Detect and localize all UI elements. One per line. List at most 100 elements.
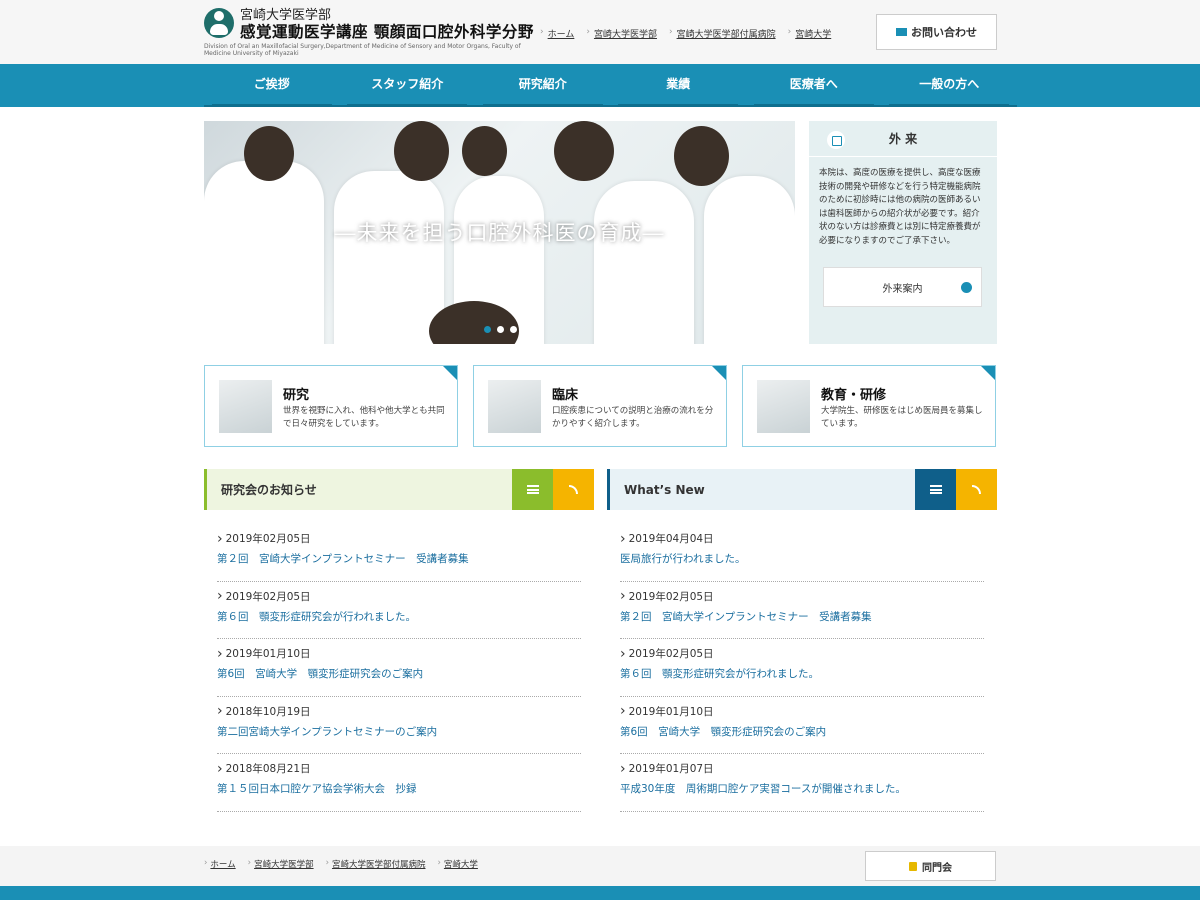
list-item: 2018年10月19日 第二回宮崎大学インプラントセミナーのご案内 <box>217 697 581 754</box>
hero-slider[interactable]: ―未来を担う口腔外科医の育成― <box>204 121 795 344</box>
list-icon <box>929 485 942 494</box>
education-thumbnail <box>757 380 810 433</box>
outpatient-guide-label: 外来案内 <box>882 283 923 295</box>
hero-image-detail <box>244 126 294 181</box>
list-icon <box>526 485 539 494</box>
card-clinical[interactable]: 臨床 口腔疾患についての説明と治療の流れを分かりやすく紹介します。 <box>473 365 727 447</box>
whats-new-rss-button[interactable] <box>956 469 997 510</box>
news-title-link[interactable]: 第６回 顎変形症研究会が行われました。 <box>620 666 984 681</box>
footer-link-medical-faculty[interactable]: 宮崎大学医学部 <box>254 858 314 870</box>
logo-title: 感覚運動医学講座 顎顔面口腔外科学分野 <box>240 23 534 41</box>
corner-triangle-icon <box>981 366 995 380</box>
outpatient-guide-button[interactable]: 外来案内 <box>823 267 982 307</box>
slider-dots <box>484 326 517 333</box>
card-title: 教育・研修 <box>821 388 887 403</box>
outpatient-text: 本院は、高度の医療を提供し、高度な医療技術の開発や研修などを行う特定機能病院のた… <box>819 168 981 246</box>
slider-dot[interactable] <box>510 326 517 333</box>
news-title-link[interactable]: 平成30年度 周術期口腔ケア実習コースが開催されました。 <box>620 781 984 796</box>
hero-image-detail <box>394 121 449 181</box>
alumni-button[interactable]: 同門会 <box>865 851 996 881</box>
nav-item-for-public[interactable]: 一般の方へ <box>881 64 1017 107</box>
slider-dot[interactable] <box>484 326 491 333</box>
logo-english: Division of Oral an Maxillofacial Surger… <box>204 43 521 57</box>
outpatient-title: 外 来 <box>888 132 918 146</box>
university-emblem-icon <box>204 8 234 38</box>
top-link-home[interactable]: ホーム <box>548 27 575 40</box>
nav-item-achievements[interactable]: 業績 <box>610 64 746 107</box>
nav-item-research[interactable]: 研究紹介 <box>475 64 611 107</box>
outpatient-header: 外 来 <box>809 121 997 157</box>
news-title-link[interactable]: 第６回 顎変形症研究会が行われました。 <box>217 609 581 624</box>
whats-new-header: What’s New <box>607 469 997 510</box>
corner-triangle-icon <box>712 366 726 380</box>
news-date: 2019年02月05日 <box>217 531 581 546</box>
news-date: 2019年04月04日 <box>620 531 984 546</box>
nav-item-staff[interactable]: スタッフ紹介 <box>339 64 475 107</box>
top-links: › ホーム › 宮崎大学医学部 › 宮崎大学医学部付属病院 › 宮崎大学 <box>540 27 843 40</box>
corner-triangle-icon <box>443 366 457 380</box>
news-title-link[interactable]: 第２回 宮崎大学インプラントセミナー 受講者募集 <box>620 609 984 624</box>
study-news-rss-button[interactable] <box>553 469 594 510</box>
news-date: 2019年02月05日 <box>620 589 984 604</box>
site-header: 宮崎大学医学部 感覚運動医学講座 顎顔面口腔外科学分野 Division of … <box>0 0 1200 64</box>
news-date: 2018年08月21日 <box>217 761 581 776</box>
category-cards: 研究 世界を視野に入れ、他科や他大学とも共同で日々研究をしています。 臨床 口腔… <box>204 365 996 447</box>
nav-item-greeting[interactable]: ご挨拶 <box>204 64 340 107</box>
lock-icon <box>909 861 917 871</box>
news-title-link[interactable]: 第１５回日本口腔ケア協会学術大会 抄録 <box>217 781 581 796</box>
chevron-right-icon: › <box>437 858 441 868</box>
news-date: 2019年01月10日 <box>620 704 984 719</box>
card-education[interactable]: 教育・研修 大学院生、研修医をはじめ医局員を募集しています。 <box>742 365 996 447</box>
top-link-hospital[interactable]: 宮崎大学医学部付属病院 <box>677 27 776 40</box>
top-link-university[interactable]: 宮崎大学 <box>795 27 831 40</box>
news-title-link[interactable]: 第6回 宮崎大学 顎変形症研究会のご案内 <box>217 666 581 681</box>
section-title: 研究会のお知らせ <box>221 483 317 497</box>
slider-dot[interactable] <box>497 326 504 333</box>
footer-link-hospital[interactable]: 宮崎大学医学部付属病院 <box>332 858 426 870</box>
list-item: 2018年08月21日 第１５回日本口腔ケア協会学術大会 抄録 <box>217 754 581 812</box>
study-news-header: 研究会のお知らせ <box>204 469 594 510</box>
card-description: 口腔疾患についての説明と治療の流れを分かりやすく紹介します。 <box>552 406 714 429</box>
section-title: What’s New <box>624 482 705 497</box>
footer-links: › ホーム › 宮崎大学医学部 › 宮崎大学医学部付属病院 › 宮崎大学 <box>204 858 490 870</box>
chevron-right-icon: › <box>325 858 329 868</box>
news-date: 2018年10月19日 <box>217 704 581 719</box>
study-news-list: 2019年02月05日 第２回 宮崎大学インプラントセミナー 受講者募集 201… <box>204 524 594 812</box>
top-link-medical-faculty[interactable]: 宮崎大学医学部 <box>594 27 657 40</box>
contact-button[interactable]: お問い合わせ <box>876 14 997 50</box>
list-item: 2019年01月10日 第6回 宮崎大学 顎変形症研究会のご案内 <box>620 697 984 754</box>
hero-image-detail <box>674 126 729 186</box>
site-logo[interactable]: 宮崎大学医学部 感覚運動医学講座 顎顔面口腔外科学分野 Division of … <box>204 6 534 60</box>
whats-new-list-button[interactable] <box>915 469 956 510</box>
chevron-right-icon: › <box>787 27 792 37</box>
hero-image-detail <box>334 171 444 344</box>
list-item: 2019年02月05日 第６回 顎変形症研究会が行われました。 <box>217 582 581 639</box>
news-title-link[interactable]: 第6回 宮崎大学 顎変形症研究会のご案内 <box>620 724 984 739</box>
footer-link-university[interactable]: 宮崎大学 <box>444 858 478 870</box>
hero-image-detail <box>594 181 694 344</box>
footer-link-home[interactable]: ホーム <box>210 858 235 870</box>
card-title: 研究 <box>283 388 310 403</box>
card-description: 大学院生、研修医をはじめ医局員を募集しています。 <box>821 406 983 429</box>
list-item: 2019年04月04日 医局旅行が行われました。 <box>620 524 984 582</box>
hero-image <box>204 161 324 344</box>
nav-item-for-professionals[interactable]: 医療者へ <box>746 64 882 107</box>
study-news-list-button[interactable] <box>512 469 553 510</box>
card-research[interactable]: 研究 世界を視野に入れ、他科や他大学とも共同で日々研究をしています。 <box>204 365 458 447</box>
news-title-link[interactable]: 医局旅行が行われました。 <box>620 551 984 566</box>
footer-nav: › ホーム › 宮崎大学医学部 › 宮崎大学医学部付属病院 › 宮崎大学 同門会 <box>0 846 1200 886</box>
whats-new-list: 2019年04月04日 医局旅行が行われました。 2019年02月05日 第２回… <box>607 524 997 812</box>
footer-bar <box>0 886 1200 900</box>
outpatient-box: 外 来 本院は、高度の医療を提供し、高度な医療技術の開発や研修などを行う特定機能… <box>809 121 997 344</box>
list-item: 2019年02月05日 第２回 宮崎大学インプラントセミナー 受講者募集 <box>217 524 581 582</box>
chevron-right-icon: › <box>204 858 208 868</box>
news-title-link[interactable]: 第２回 宮崎大学インプラントセミナー 受講者募集 <box>217 551 581 566</box>
news-title-link[interactable]: 第二回宮崎大学インプラントセミナーのご案内 <box>217 724 581 739</box>
news-date: 2019年01月07日 <box>620 761 984 776</box>
contact-label: お問い合わせ <box>911 26 977 39</box>
hero-caption: ―未来を担う口腔外科医の育成― <box>334 221 665 245</box>
study-news-section: 研究会のお知らせ 2019年02月05日 第２回 宮崎大学インプラントセミナー … <box>204 469 594 812</box>
global-nav: ご挨拶 スタッフ紹介 研究紹介 業績 医療者へ 一般の方へ <box>0 64 1200 107</box>
chevron-right-icon: › <box>540 27 544 37</box>
rss-icon <box>972 485 981 494</box>
